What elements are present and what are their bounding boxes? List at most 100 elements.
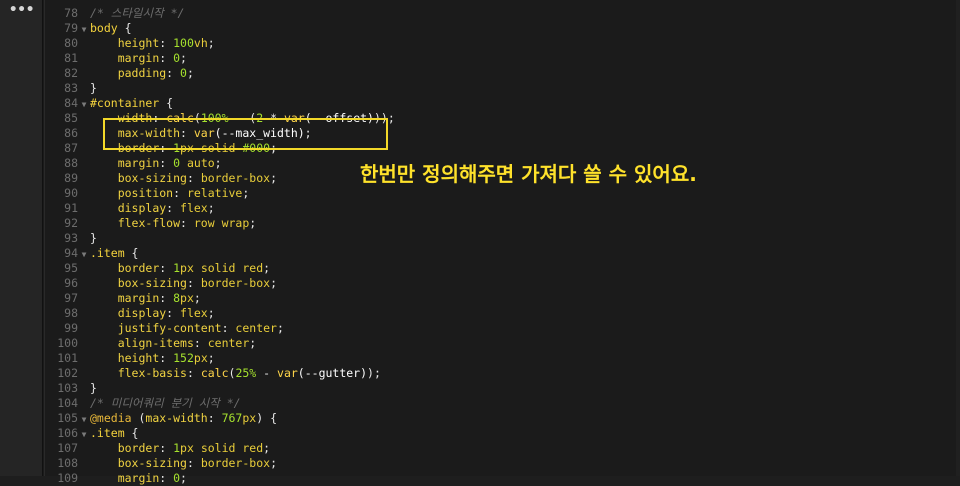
line-number: 80 bbox=[64, 36, 78, 50]
line-number: 95 bbox=[64, 261, 78, 275]
fold-arrow-icon[interactable]: ▼ bbox=[78, 247, 90, 262]
code-token: var bbox=[277, 366, 298, 380]
code-line[interactable]: 80 height: 100vh; bbox=[43, 36, 960, 51]
code-token: } bbox=[90, 381, 97, 395]
fold-arrow-icon[interactable]: ▼ bbox=[78, 22, 90, 37]
code-token: ; bbox=[270, 276, 277, 290]
code-line[interactable]: 93} bbox=[43, 231, 960, 246]
code-line[interactable]: 97 margin: 8px; bbox=[43, 291, 960, 306]
line-number: 107 bbox=[57, 441, 78, 455]
code-token: ( bbox=[131, 411, 146, 425]
code-line[interactable]: 100 align-items: center; bbox=[43, 336, 960, 351]
code-token: ) { bbox=[256, 411, 277, 425]
code-line[interactable]: 79 ▼ body { bbox=[43, 21, 960, 36]
code-token: 0 bbox=[173, 51, 181, 65]
code-line[interactable]: 94 ▼ .item { bbox=[43, 246, 960, 261]
code-line[interactable]: 108 box-sizing: border-box; bbox=[43, 456, 960, 471]
fold-arrow-icon[interactable]: ▼ bbox=[78, 97, 90, 112]
code-token: px bbox=[180, 261, 194, 275]
code-token: vh bbox=[193, 36, 208, 50]
code-token: ; bbox=[249, 216, 257, 230]
code-text: body { bbox=[90, 21, 132, 36]
line-number: 98 bbox=[64, 306, 78, 320]
code-token: 1 bbox=[173, 261, 181, 275]
code-text: box-sizing: border-box; bbox=[90, 171, 277, 186]
code-token: ; bbox=[180, 471, 187, 485]
code-line[interactable]: 83} bbox=[43, 81, 960, 96]
code-line[interactable]: 98 display: flex; bbox=[43, 306, 960, 321]
code-token: px bbox=[193, 351, 208, 365]
code-token: border bbox=[117, 441, 160, 455]
code-line[interactable]: 91 display: flex; bbox=[43, 201, 960, 216]
code-line[interactable]: 84 ▼ #container { bbox=[43, 96, 960, 111]
code-line[interactable]: 102 flex-basis: calc(25% - var(--gutter)… bbox=[43, 366, 960, 381]
line-number: 97 bbox=[64, 291, 78, 305]
code-token: : bbox=[159, 441, 174, 455]
code-token: px bbox=[242, 411, 257, 425]
code-token: : bbox=[207, 411, 222, 425]
code-line[interactable]: 103} bbox=[43, 381, 960, 396]
code-text: box-sizing: border-box; bbox=[90, 456, 277, 471]
code-line[interactable]: 81 margin: 0; bbox=[43, 51, 960, 66]
code-line[interactable]: 78 /* 스타일시작 */ bbox=[43, 6, 960, 21]
scrollbar[interactable] bbox=[956, 0, 960, 476]
code-token: ; bbox=[263, 261, 271, 275]
code-line[interactable]: 101 height: 152px; bbox=[43, 351, 960, 366]
code-token: .item bbox=[90, 426, 125, 440]
code-token: px bbox=[180, 291, 194, 305]
code-text: /* 미디어쿼리 분기 시작 */ bbox=[90, 396, 241, 411]
code-token: margin bbox=[117, 471, 160, 485]
code-text: border: 1px solid red; bbox=[90, 441, 270, 456]
code-token: ; bbox=[270, 171, 277, 185]
code-line[interactable]: 109 margin: 0; bbox=[43, 471, 960, 486]
more-menu-icon[interactable]: ••• bbox=[9, 2, 34, 18]
code-line[interactable]: 92 flex-flow: row wrap; bbox=[43, 216, 960, 231]
code-line[interactable]: 95 border: 1px solid red; bbox=[43, 261, 960, 276]
fold-arrow-icon[interactable]: ▼ bbox=[78, 427, 90, 442]
code-token: row wrap bbox=[193, 216, 250, 230]
code-line[interactable]: 96 box-sizing: border-box; bbox=[43, 276, 960, 291]
line-number: 101 bbox=[57, 351, 78, 365]
line-number: 104 bbox=[57, 396, 78, 410]
code-token: : bbox=[159, 261, 174, 275]
code-text: position: relative; bbox=[90, 186, 250, 201]
line-number: 82 bbox=[64, 66, 78, 80]
code-text: } bbox=[90, 381, 97, 396]
code-token: @media bbox=[90, 411, 132, 425]
code-token: { bbox=[124, 246, 139, 260]
code-token: { bbox=[159, 96, 174, 110]
code-line[interactable]: 99 justify-content: center; bbox=[43, 321, 960, 336]
code-token: : bbox=[186, 171, 201, 185]
code-line[interactable]: 104 /* 미디어쿼리 분기 시작 */ bbox=[43, 396, 960, 411]
fold-arrow-icon[interactable]: ▼ bbox=[78, 412, 90, 427]
code-token: 0 bbox=[180, 66, 187, 80]
code-text: margin: 0; bbox=[90, 51, 187, 66]
code-line[interactable]: 82 padding: 0; bbox=[43, 66, 960, 81]
code-text: flex-basis: calc(25% - var(--gutter)); bbox=[90, 366, 381, 381]
line-number: 78 bbox=[64, 6, 78, 20]
code-text: @media (max-width: 767px) { bbox=[90, 411, 277, 426]
code-line[interactable]: 105 ▼ @media (max-width: 767px) { bbox=[43, 411, 960, 426]
line-number: 81 bbox=[64, 51, 78, 65]
code-token: : bbox=[159, 471, 174, 485]
code-line[interactable]: 106 ▼ .item { bbox=[43, 426, 960, 441]
code-text: box-sizing: border-box; bbox=[90, 276, 277, 291]
code-token: ; bbox=[242, 186, 250, 200]
code-token: /* 스타일시작 */ bbox=[90, 6, 185, 20]
code-token: 767 bbox=[221, 411, 243, 425]
code-token: px bbox=[180, 441, 194, 455]
line-number: 91 bbox=[64, 201, 78, 215]
code-token: margin bbox=[117, 51, 160, 65]
code-line[interactable]: 107 border: 1px solid red; bbox=[43, 441, 960, 456]
code-token: ; bbox=[276, 321, 284, 335]
code-line[interactable]: 90 position: relative; bbox=[43, 186, 960, 201]
code-text: #container { bbox=[90, 96, 173, 111]
